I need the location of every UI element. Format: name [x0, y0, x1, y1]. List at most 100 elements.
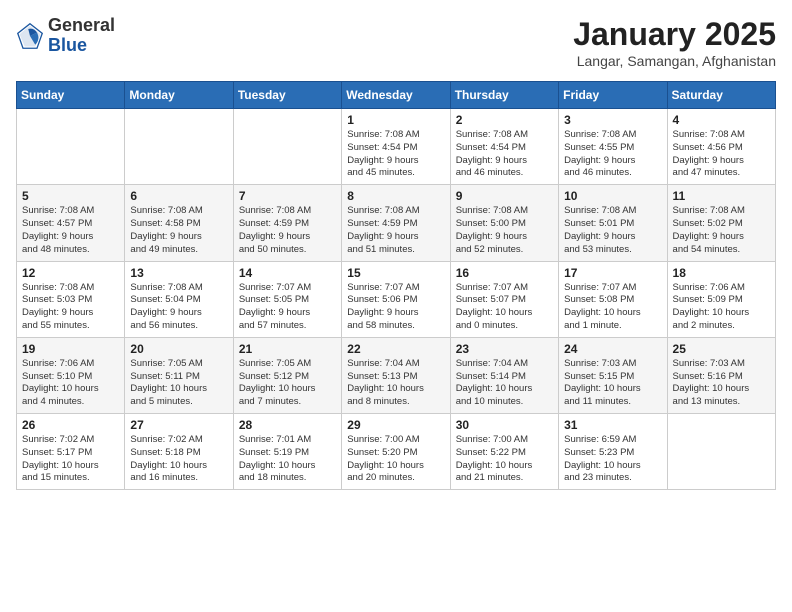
logo: General Blue — [16, 16, 115, 56]
day-number: 11 — [673, 189, 770, 203]
calendar-cell — [17, 109, 125, 185]
day-number: 22 — [347, 342, 444, 356]
day-info: Sunrise: 7:05 AM Sunset: 5:12 PM Dayligh… — [239, 358, 336, 409]
day-number: 15 — [347, 266, 444, 280]
logo-icon — [16, 22, 44, 50]
day-number: 17 — [564, 266, 661, 280]
day-info: Sunrise: 6:59 AM Sunset: 5:23 PM Dayligh… — [564, 434, 661, 485]
calendar-cell: 29 Sunrise: 7:00 AM Sunset: 5:20 PM Dayli… — [342, 414, 450, 490]
day-number: 12 — [22, 266, 119, 280]
calendar-cell: 23Sunrise: 7:04 AM Sunset: 5:14 PM Dayli… — [450, 337, 558, 413]
calendar-week-row: 12 Sunrise: 7:08 AM Sunset: 5:03 PM Dayli… — [17, 261, 776, 337]
day-info: Sunrise: 7:03 AM Sunset: 5:16 PM Dayligh… — [673, 358, 770, 409]
day-info: Sunrise: 7:05 AM Sunset: 5:11 PM Dayligh… — [130, 358, 227, 409]
calendar-cell: 26 Sunrise: 7:02 AM Sunset: 5:17 PM Dayli… — [17, 414, 125, 490]
day-of-week-header: Monday — [125, 82, 233, 109]
day-info: Sunrise: 7:08 AM Sunset: 5:04 PM Dayligh… — [130, 282, 227, 333]
calendar-week-row: 5Sunrise: 7:08 AM Sunset: 4:57 PM Daylig… — [17, 185, 776, 261]
day-info: Sunrise: 7:08 AM Sunset: 4:54 PM Dayligh… — [456, 129, 553, 180]
calendar-cell: 5Sunrise: 7:08 AM Sunset: 4:57 PM Daylig… — [17, 185, 125, 261]
day-info: Sunrise: 7:08 AM Sunset: 5:03 PM Dayligh… — [22, 282, 119, 333]
day-info: Sunrise: 7:00 AM Sunset: 5:20 PM Dayligh… — [347, 434, 444, 485]
day-of-week-header: Saturday — [667, 82, 775, 109]
calendar-cell: 10 Sunrise: 7:08 AM Sunset: 5:01 PM Dayli… — [559, 185, 667, 261]
calendar-cell: 30Sunrise: 7:00 AM Sunset: 5:22 PM Dayli… — [450, 414, 558, 490]
calendar-week-row: 19 Sunrise: 7:06 AM Sunset: 5:10 PM Dayli… — [17, 337, 776, 413]
calendar-table: SundayMondayTuesdayWednesdayThursdayFrid… — [16, 81, 776, 490]
calendar-cell: 20 Sunrise: 7:05 AM Sunset: 5:11 PM Dayli… — [125, 337, 233, 413]
calendar-cell: 12 Sunrise: 7:08 AM Sunset: 5:03 PM Dayli… — [17, 261, 125, 337]
day-info: Sunrise: 7:02 AM Sunset: 5:18 PM Dayligh… — [130, 434, 227, 485]
logo-blue-text: Blue — [48, 35, 87, 55]
day-info: Sunrise: 7:06 AM Sunset: 5:10 PM Dayligh… — [22, 358, 119, 409]
day-number: 9 — [456, 189, 553, 203]
calendar-cell: 8Sunrise: 7:08 AM Sunset: 4:59 PM Daylig… — [342, 185, 450, 261]
day-of-week-header: Wednesday — [342, 82, 450, 109]
day-info: Sunrise: 7:06 AM Sunset: 5:09 PM Dayligh… — [673, 282, 770, 333]
day-number: 8 — [347, 189, 444, 203]
day-number: 27 — [130, 418, 227, 432]
calendar-cell: 14Sunrise: 7:07 AM Sunset: 5:05 PM Dayli… — [233, 261, 341, 337]
day-number: 25 — [673, 342, 770, 356]
calendar-header-row: SundayMondayTuesdayWednesdayThursdayFrid… — [17, 82, 776, 109]
day-number: 24 — [564, 342, 661, 356]
calendar-header: General Blue January 2025 Langar, Samang… — [16, 16, 776, 69]
day-info: Sunrise: 7:08 AM Sunset: 4:59 PM Dayligh… — [239, 205, 336, 256]
calendar-cell: 2 Sunrise: 7:08 AM Sunset: 4:54 PM Daylig… — [450, 109, 558, 185]
day-number: 19 — [22, 342, 119, 356]
day-number: 20 — [130, 342, 227, 356]
day-number: 31 — [564, 418, 661, 432]
day-number: 23 — [456, 342, 553, 356]
day-number: 14 — [239, 266, 336, 280]
day-number: 29 — [347, 418, 444, 432]
day-number: 5 — [22, 189, 119, 203]
calendar-cell: 21Sunrise: 7:05 AM Sunset: 5:12 PM Dayli… — [233, 337, 341, 413]
calendar-cell: 31 Sunrise: 6:59 AM Sunset: 5:23 PM Dayli… — [559, 414, 667, 490]
day-info: Sunrise: 7:03 AM Sunset: 5:15 PM Dayligh… — [564, 358, 661, 409]
day-number: 16 — [456, 266, 553, 280]
day-number: 7 — [239, 189, 336, 203]
day-info: Sunrise: 7:07 AM Sunset: 5:07 PM Dayligh… — [456, 282, 553, 333]
day-info: Sunrise: 7:08 AM Sunset: 4:54 PM Dayligh… — [347, 129, 444, 180]
calendar-cell: 18Sunrise: 7:06 AM Sunset: 5:09 PM Dayli… — [667, 261, 775, 337]
day-number: 6 — [130, 189, 227, 203]
day-info: Sunrise: 7:00 AM Sunset: 5:22 PM Dayligh… — [456, 434, 553, 485]
calendar-cell: 6 Sunrise: 7:08 AM Sunset: 4:58 PM Daylig… — [125, 185, 233, 261]
calendar-cell: 9 Sunrise: 7:08 AM Sunset: 5:00 PM Daylig… — [450, 185, 558, 261]
day-number: 3 — [564, 113, 661, 127]
calendar-week-row: 26 Sunrise: 7:02 AM Sunset: 5:17 PM Dayli… — [17, 414, 776, 490]
day-info: Sunrise: 7:02 AM Sunset: 5:17 PM Dayligh… — [22, 434, 119, 485]
calendar-cell: 13Sunrise: 7:08 AM Sunset: 5:04 PM Dayli… — [125, 261, 233, 337]
calendar-subtitle: Langar, Samangan, Afghanistan — [573, 53, 776, 69]
day-info: Sunrise: 7:08 AM Sunset: 5:00 PM Dayligh… — [456, 205, 553, 256]
calendar-cell: 24 Sunrise: 7:03 AM Sunset: 5:15 PM Dayli… — [559, 337, 667, 413]
calendar-title: January 2025 — [573, 16, 776, 53]
day-number: 28 — [239, 418, 336, 432]
day-info: Sunrise: 7:07 AM Sunset: 5:08 PM Dayligh… — [564, 282, 661, 333]
day-of-week-header: Thursday — [450, 82, 558, 109]
day-number: 2 — [456, 113, 553, 127]
calendar-cell — [125, 109, 233, 185]
calendar-cell: 16 Sunrise: 7:07 AM Sunset: 5:07 PM Dayli… — [450, 261, 558, 337]
title-block: January 2025 Langar, Samangan, Afghanist… — [573, 16, 776, 69]
calendar-cell: 1 Sunrise: 7:08 AM Sunset: 4:54 PM Daylig… — [342, 109, 450, 185]
calendar-cell: 28 Sunrise: 7:01 AM Sunset: 5:19 PM Dayli… — [233, 414, 341, 490]
day-of-week-header: Tuesday — [233, 82, 341, 109]
day-info: Sunrise: 7:01 AM Sunset: 5:19 PM Dayligh… — [239, 434, 336, 485]
day-info: Sunrise: 7:08 AM Sunset: 5:01 PM Dayligh… — [564, 205, 661, 256]
day-number: 4 — [673, 113, 770, 127]
calendar-cell: 25 Sunrise: 7:03 AM Sunset: 5:16 PM Dayli… — [667, 337, 775, 413]
day-info: Sunrise: 7:08 AM Sunset: 5:02 PM Dayligh… — [673, 205, 770, 256]
day-info: Sunrise: 7:08 AM Sunset: 4:56 PM Dayligh… — [673, 129, 770, 180]
day-number: 10 — [564, 189, 661, 203]
calendar-cell: 17 Sunrise: 7:07 AM Sunset: 5:08 PM Dayli… — [559, 261, 667, 337]
day-info: Sunrise: 7:08 AM Sunset: 4:58 PM Dayligh… — [130, 205, 227, 256]
calendar-cell: 15Sunrise: 7:07 AM Sunset: 5:06 PM Dayli… — [342, 261, 450, 337]
calendar-cell: 11 Sunrise: 7:08 AM Sunset: 5:02 PM Dayli… — [667, 185, 775, 261]
day-number: 26 — [22, 418, 119, 432]
day-of-week-header: Sunday — [17, 82, 125, 109]
day-number: 1 — [347, 113, 444, 127]
calendar-cell: 27 Sunrise: 7:02 AM Sunset: 5:18 PM Dayli… — [125, 414, 233, 490]
calendar-week-row: 1 Sunrise: 7:08 AM Sunset: 4:54 PM Daylig… — [17, 109, 776, 185]
calendar-cell: 3Sunrise: 7:08 AM Sunset: 4:55 PM Daylig… — [559, 109, 667, 185]
